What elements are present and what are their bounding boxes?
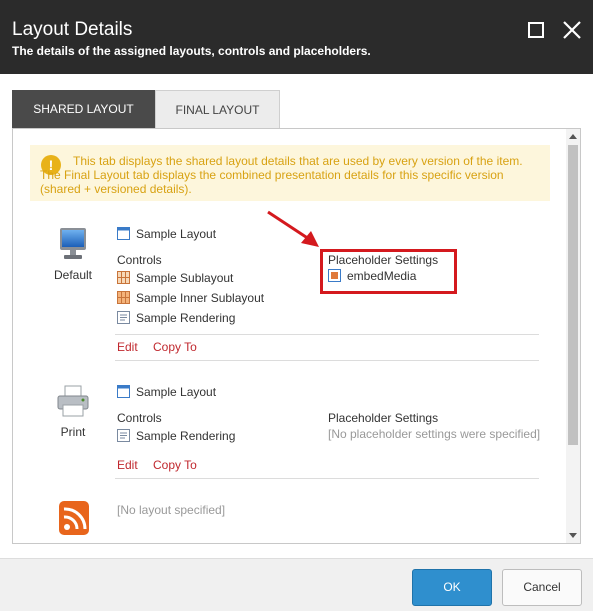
copy-to-link[interactable]: Copy To xyxy=(153,458,197,472)
divider xyxy=(115,360,539,361)
controls-label: Controls xyxy=(117,253,162,267)
rss-feed-icon xyxy=(53,499,93,537)
printer-icon xyxy=(53,383,93,421)
rendering-icon xyxy=(117,429,130,442)
dialog-footer: OK Cancel xyxy=(0,558,593,611)
control-name: Sample Rendering xyxy=(136,429,236,443)
edit-link[interactable]: Edit xyxy=(117,458,138,472)
highlight-box xyxy=(320,249,457,294)
controls-label: Controls xyxy=(117,411,162,425)
device-default: Default xyxy=(43,226,103,282)
scroll-up-icon[interactable] xyxy=(569,134,577,139)
scrollbar-thumb[interactable] xyxy=(568,145,578,445)
arrow-annotation xyxy=(267,210,319,247)
scroll-down-icon[interactable] xyxy=(569,533,577,538)
dialog-title: Layout Details xyxy=(12,19,133,40)
device-name: Print xyxy=(60,425,86,439)
copy-to-link[interactable]: Copy To xyxy=(153,340,197,354)
control-name: Sample Sublayout xyxy=(136,271,234,285)
scroll-area: ! This tab displays the shared layout de… xyxy=(13,129,566,543)
sublayout-icon xyxy=(117,271,130,284)
control-name: Sample Rendering xyxy=(136,311,236,325)
maximize-icon[interactable] xyxy=(528,22,544,38)
device-feed xyxy=(43,499,103,541)
notice-text: This tab displays the shared layout deta… xyxy=(40,154,523,196)
dialog-subtitle: The details of the assigned layouts, con… xyxy=(12,44,371,58)
close-icon[interactable] xyxy=(560,18,584,42)
info-notice: ! This tab displays the shared layout de… xyxy=(30,145,550,201)
layout-icon xyxy=(117,385,130,398)
tab-final-layout[interactable]: FINAL LAYOUT xyxy=(155,90,280,128)
control-item[interactable]: Sample Rendering xyxy=(117,428,235,444)
divider xyxy=(115,478,539,479)
monitor-icon xyxy=(53,226,93,264)
tab-shared-layout[interactable]: SHARED LAYOUT xyxy=(12,90,155,128)
edit-link[interactable]: Edit xyxy=(117,340,138,354)
no-placeholder-text: [No placeholder settings were specified] xyxy=(328,427,541,441)
layout-name: Sample Layout xyxy=(136,227,217,241)
control-name: Sample Inner Sublayout xyxy=(136,291,265,305)
device-print: Print xyxy=(43,383,103,439)
layout-item[interactable]: Sample Layout xyxy=(117,226,216,242)
no-layout-text: [No layout specified] xyxy=(117,503,226,517)
cancel-button[interactable]: Cancel xyxy=(502,569,582,606)
shared-layout-panel: ! This tab displays the shared layout de… xyxy=(12,128,581,544)
placeholder-settings-label: Placeholder Settings xyxy=(328,411,439,425)
layout-icon xyxy=(117,227,130,240)
ok-button[interactable]: OK xyxy=(412,569,492,606)
device-name: Default xyxy=(53,268,93,282)
sublayout-icon xyxy=(117,291,130,304)
vertical-scrollbar[interactable] xyxy=(566,129,580,543)
layout-item[interactable]: Sample Layout xyxy=(117,384,216,400)
layout-name: Sample Layout xyxy=(136,385,217,399)
control-item[interactable]: Sample Sublayout xyxy=(117,270,233,286)
dialog-header: Layout Details The details of the assign… xyxy=(0,0,593,74)
control-item[interactable]: Sample Rendering xyxy=(117,310,235,326)
control-item[interactable]: Sample Inner Sublayout xyxy=(117,290,264,306)
rendering-icon xyxy=(117,311,130,324)
divider xyxy=(115,334,539,335)
